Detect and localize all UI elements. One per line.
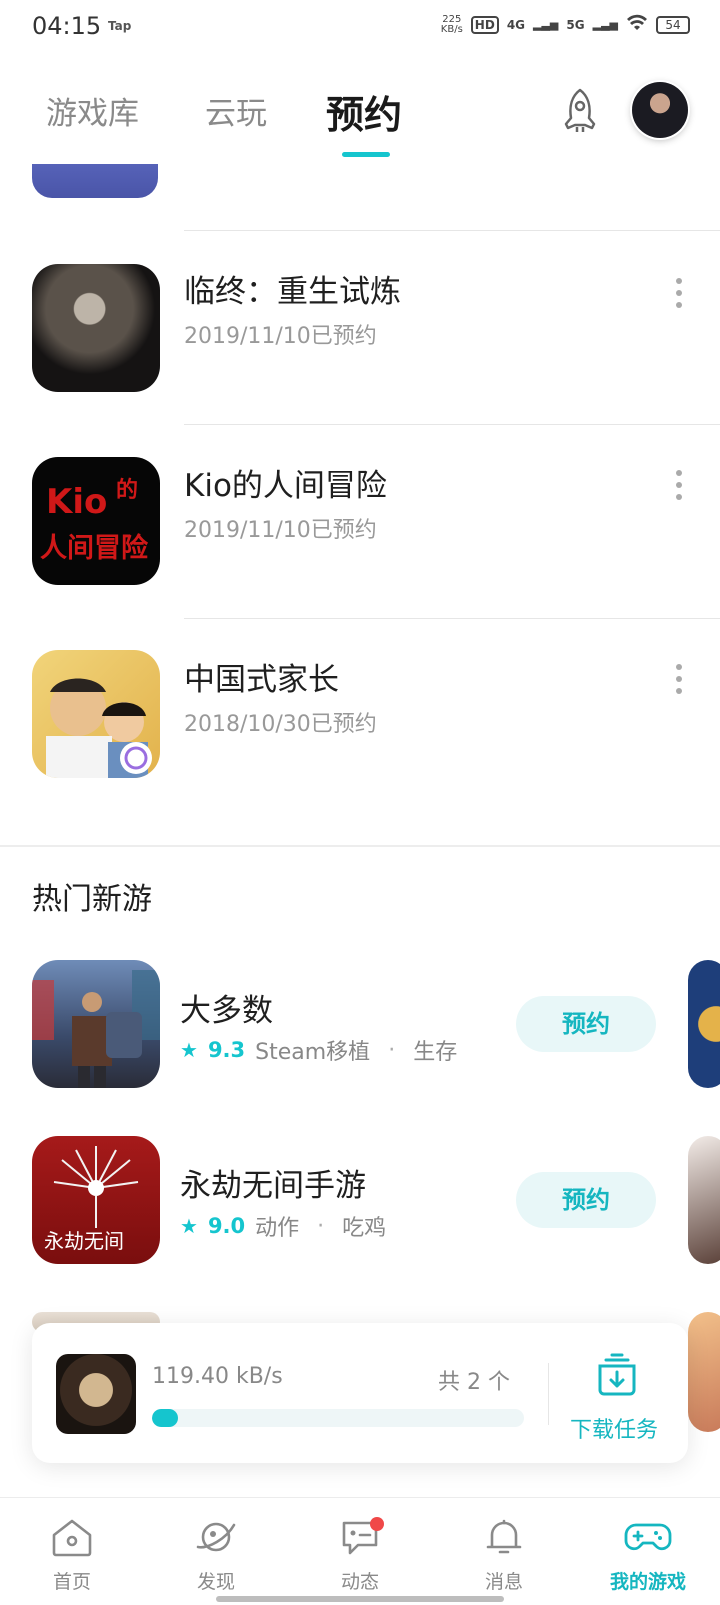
svg-text:人间冒险: 人间冒险 xyxy=(40,532,149,564)
nav-messages[interactable]: 消息 xyxy=(452,1517,556,1594)
reserve-button[interactable]: 预约 xyxy=(516,996,656,1052)
signal-bars-icon: ▂▃▅ xyxy=(592,18,618,31)
game-icon[interactable]: Kio 的 人间冒险 xyxy=(32,457,160,585)
net-speed: 225 KB/s xyxy=(440,13,463,35)
nav-label: 动态 xyxy=(340,1571,379,1593)
tab-cloud-play[interactable]: 云玩 xyxy=(205,88,267,133)
nav-my-games[interactable]: 我的游戏 xyxy=(596,1517,700,1594)
nav-home[interactable]: 首页 xyxy=(20,1517,124,1594)
downloading-game-icon xyxy=(56,1354,136,1434)
download-tasks-icon[interactable] xyxy=(594,1352,640,1396)
download-speed: 119.40 kB/s xyxy=(152,1364,283,1389)
download-progress-fill xyxy=(152,1409,179,1427)
reserve-date: 2018/10/30已预约 xyxy=(184,712,377,737)
download-progress-bar xyxy=(152,1409,524,1427)
game-title[interactable]: Kio的人间冒险 xyxy=(184,460,387,505)
svg-text:Kio: Kio xyxy=(46,482,107,522)
download-count: 共 2 个 xyxy=(438,1370,510,1395)
notification-badge xyxy=(370,1517,384,1531)
divider xyxy=(184,230,720,231)
game-icon[interactable] xyxy=(688,1136,720,1264)
home-icon xyxy=(52,1519,92,1557)
rocket-icon[interactable] xyxy=(555,86,605,136)
nav-discover[interactable]: 发现 xyxy=(164,1517,268,1594)
star-icon: ★ xyxy=(180,1214,198,1238)
genre-tag: 生存 xyxy=(413,1040,458,1065)
wifi-icon xyxy=(626,14,648,35)
signal-bars-icon: ▂▃▅ xyxy=(533,18,559,31)
rating-score: 9.0 xyxy=(207,1214,246,1238)
genre-tag: 动作 xyxy=(255,1216,300,1241)
status-icons: 225 KB/s HD 4G ▂▃▅ 5G ▂▃▅ 54 xyxy=(441,14,690,35)
reserve-button[interactable]: 预约 xyxy=(516,1172,656,1228)
reserve-date: 2019/11/10已预约 xyxy=(184,518,377,543)
net-speed-value: 225 xyxy=(442,13,462,25)
more-options-icon[interactable] xyxy=(676,278,684,314)
more-options-icon[interactable] xyxy=(676,664,684,700)
gamepad-icon xyxy=(624,1523,672,1551)
nav-label: 我的游戏 xyxy=(609,1571,686,1593)
signal-5g-icon: 5G xyxy=(566,17,585,32)
game-title[interactable]: 中国式家长 xyxy=(184,654,339,699)
bell-icon xyxy=(486,1519,522,1554)
game-icon[interactable] xyxy=(32,650,160,778)
game-title[interactable]: 永劫无间手游 xyxy=(180,1160,366,1205)
game-icon[interactable] xyxy=(688,960,720,1088)
game-icon[interactable] xyxy=(32,264,160,392)
nav-moments[interactable]: 动态 xyxy=(308,1517,412,1594)
nav-label: 发现 xyxy=(196,1571,235,1593)
genre-tag: Steam移植 xyxy=(255,1040,371,1065)
home-indicator xyxy=(216,1596,504,1602)
signal-4g-icon: 4G xyxy=(506,17,526,32)
tap-indicator: Tap xyxy=(108,19,132,33)
star-icon: ★ xyxy=(180,1038,198,1062)
section-divider xyxy=(0,845,720,847)
tab-reservation[interactable]: 预约 xyxy=(326,84,402,139)
genre-tag: 吃鸡 xyxy=(342,1216,387,1241)
nav-label: 消息 xyxy=(484,1571,523,1593)
svg-text:的: 的 xyxy=(116,477,138,503)
more-options-icon[interactable] xyxy=(676,470,684,506)
game-icon[interactable] xyxy=(32,164,158,198)
tab-game-library[interactable]: 游戏库 xyxy=(46,88,139,133)
net-speed-unit: KB/s xyxy=(440,23,463,35)
planet-icon xyxy=(196,1522,236,1552)
hd-icon: HD xyxy=(470,15,499,34)
reserve-date: 2019/11/10已预约 xyxy=(184,324,377,349)
hot-new-games-title: 热门新游 xyxy=(32,882,152,917)
divider xyxy=(548,1363,549,1425)
game-title[interactable]: 大多数 xyxy=(180,985,273,1030)
divider xyxy=(184,424,720,425)
game-icon[interactable]: 永劫无间 xyxy=(32,1136,160,1264)
game-meta: ★ 9.3 Steam移植 · 生存 xyxy=(180,1034,457,1066)
rating-score: 9.3 xyxy=(207,1038,246,1062)
download-tasks-label[interactable]: 下载任务 xyxy=(570,1412,658,1444)
game-icon[interactable] xyxy=(688,1312,720,1432)
battery-icon: 54 xyxy=(656,15,690,34)
game-title[interactable]: 临终：重生试炼 xyxy=(184,266,401,311)
svg-text:永劫无间: 永劫无间 xyxy=(44,1229,124,1253)
user-avatar[interactable] xyxy=(632,82,688,138)
active-tab-indicator xyxy=(342,152,390,157)
divider xyxy=(184,618,720,619)
separator-dot: · xyxy=(317,1213,325,1239)
game-meta: ★ 9.0 动作 · 吃鸡 xyxy=(180,1210,386,1242)
nav-label: 首页 xyxy=(52,1571,91,1593)
status-time: 04:15 xyxy=(32,12,102,40)
game-icon[interactable] xyxy=(32,960,160,1088)
separator-dot: · xyxy=(388,1037,396,1063)
